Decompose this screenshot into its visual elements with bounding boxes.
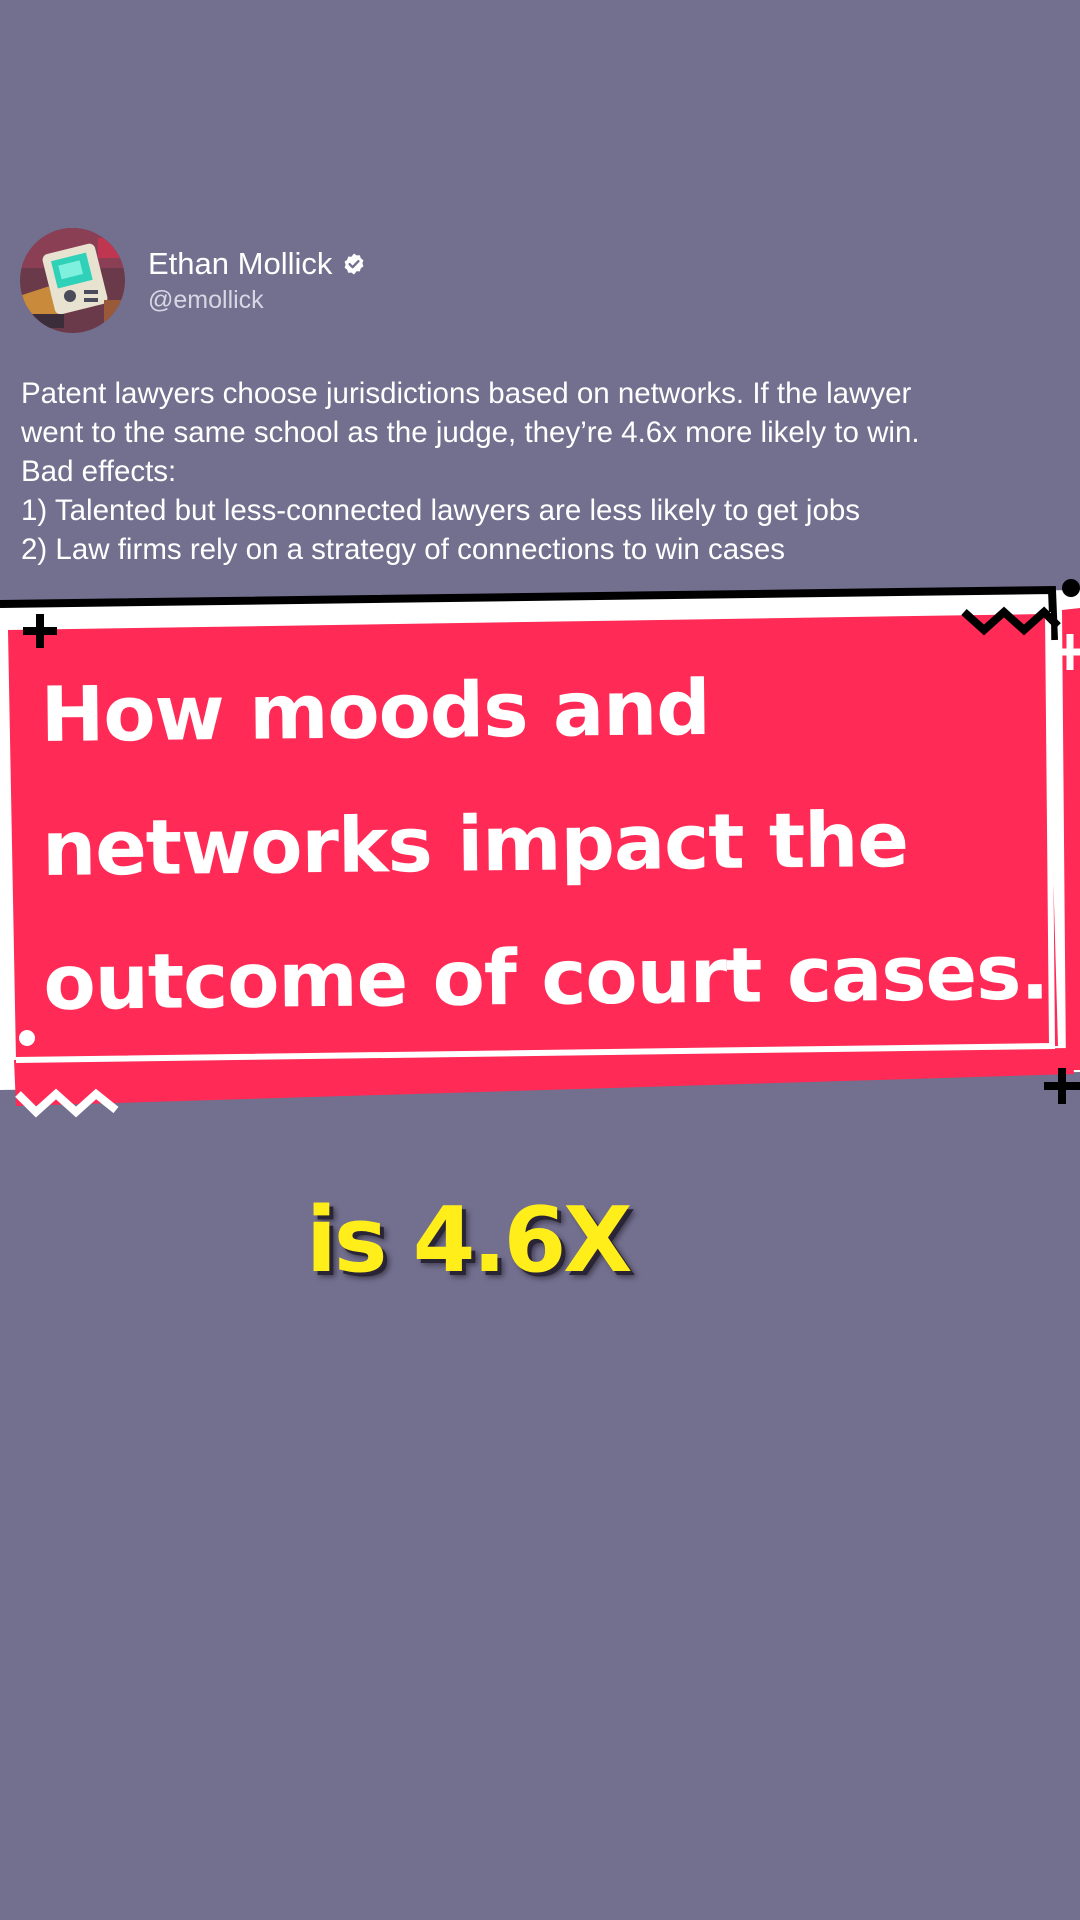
video-caption: is 4.6X <box>306 1188 633 1293</box>
plus-mark-black-bottom <box>1044 1068 1080 1104</box>
banner-black-frame <box>0 585 1058 641</box>
plus-mark-white <box>1056 634 1080 670</box>
pixel-art-device-avatar-icon <box>20 228 125 333</box>
tweet-text: Patent lawyers choose jurisdictions base… <box>21 374 1061 569</box>
headline: How moods and networks impact the outcom… <box>40 638 1049 1050</box>
tweet-line: 2) Law firms rely on a strategy of conne… <box>21 533 786 566</box>
zigzag-mark-black <box>961 606 1061 636</box>
banner-red-side <box>1062 608 1080 1070</box>
banner-dot-black <box>1062 579 1080 597</box>
author-avatar[interactable] <box>20 228 125 333</box>
plus-mark-black <box>23 614 57 648</box>
zigzag-mark-white <box>15 1088 119 1118</box>
author-name[interactable]: Ethan Mollick <box>148 246 332 282</box>
headline-line: networks impact the <box>41 794 909 893</box>
tweet-line: 1) Talented but less-connected lawyers a… <box>21 494 861 527</box>
banner-red-strip <box>14 1048 1074 1106</box>
banner-dot-white <box>19 1030 35 1046</box>
author-handle[interactable]: @emollick <box>148 286 264 315</box>
headline-line: How moods and <box>40 662 711 759</box>
tweet-line: Patent lawyers choose jurisdictions base… <box>21 377 912 410</box>
tweet-line: Bad effects: <box>21 455 177 488</box>
headline-line: outcome of court cases. <box>43 927 1049 1027</box>
tweet-line: went to the same school as the judge, th… <box>21 416 920 449</box>
author-name-row[interactable]: Ethan Mollick <box>148 246 366 282</box>
verified-check-icon <box>344 253 364 275</box>
